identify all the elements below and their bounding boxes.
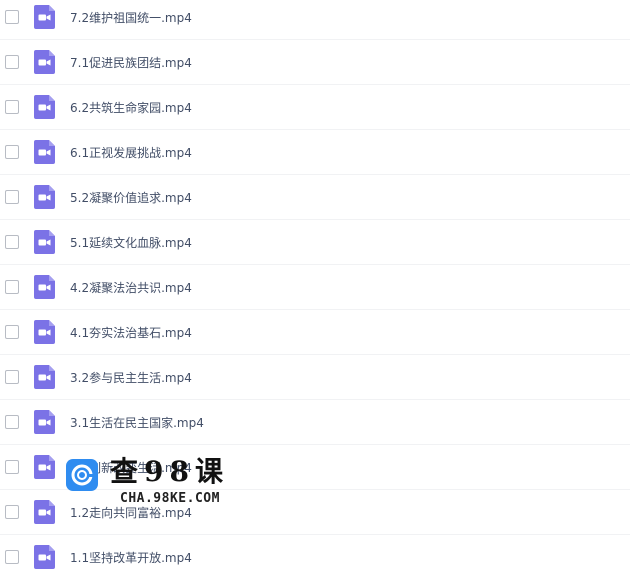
file-row[interactable]: 6.2共筑生命家园.mp4 bbox=[0, 85, 630, 130]
file-row[interactable]: 7.2维护祖国统一.mp4 bbox=[0, 0, 630, 40]
file-row[interactable]: 5.1延续文化血脉.mp4 bbox=[0, 220, 630, 265]
file-row[interactable]: 3.1生活在民主国家.mp4 bbox=[0, 400, 630, 445]
video-file-icon bbox=[34, 320, 55, 344]
file-name[interactable]: 4.2凝聚法治共识.mp4 bbox=[70, 279, 192, 296]
file-name[interactable]: 6.1正视发展挑战.mp4 bbox=[70, 144, 192, 161]
video-file-icon bbox=[34, 140, 55, 164]
watermark-en-text: CHA.98KE.COM bbox=[120, 491, 220, 506]
file-name[interactable]: 3.1生活在民主国家.mp4 bbox=[70, 414, 204, 431]
video-file-icon bbox=[34, 5, 55, 29]
file-checkbox[interactable] bbox=[5, 190, 19, 204]
file-row[interactable]: 4.1夯实法治基石.mp4 bbox=[0, 310, 630, 355]
file-checkbox[interactable] bbox=[5, 280, 19, 294]
file-checkbox[interactable] bbox=[5, 460, 19, 474]
file-checkbox[interactable] bbox=[5, 325, 19, 339]
file-name[interactable]: 7.1促进民族团结.mp4 bbox=[70, 54, 192, 71]
file-row[interactable]: 7.1促进民族团结.mp4 bbox=[0, 40, 630, 85]
file-checkbox[interactable] bbox=[5, 505, 19, 519]
file-row[interactable]: 1.1坚持改革开放.mp4 bbox=[0, 535, 630, 573]
file-name[interactable]: 4.1夯实法治基石.mp4 bbox=[70, 324, 192, 341]
file-row[interactable]: 4.2凝聚法治共识.mp4 bbox=[0, 265, 630, 310]
file-checkbox[interactable] bbox=[5, 370, 19, 384]
video-file-icon bbox=[34, 275, 55, 299]
file-checkbox[interactable] bbox=[5, 235, 19, 249]
video-file-icon bbox=[34, 50, 55, 74]
file-row[interactable]: 5.2凝聚价值追求.mp4 bbox=[0, 175, 630, 220]
file-row[interactable]: 3.2参与民主生活.mp4 bbox=[0, 355, 630, 400]
file-row[interactable]: 6.1正视发展挑战.mp4 bbox=[0, 130, 630, 175]
file-name[interactable]: 1.1坚持改革开放.mp4 bbox=[70, 549, 192, 566]
video-file-icon bbox=[34, 455, 55, 479]
file-checkbox[interactable] bbox=[5, 145, 19, 159]
file-name[interactable]: 5.1延续文化血脉.mp4 bbox=[70, 234, 192, 251]
file-checkbox[interactable] bbox=[5, 550, 19, 564]
video-file-icon bbox=[34, 410, 55, 434]
file-name[interactable]: 5.2凝聚价值追求.mp4 bbox=[70, 189, 192, 206]
watermark: 查98课 CHA.98KE.COM bbox=[66, 455, 236, 511]
video-file-icon bbox=[34, 365, 55, 389]
video-file-icon bbox=[34, 185, 55, 209]
watermark-logo-icon bbox=[66, 459, 98, 491]
file-checkbox[interactable] bbox=[5, 100, 19, 114]
file-checkbox[interactable] bbox=[5, 55, 19, 69]
file-checkbox[interactable] bbox=[5, 415, 19, 429]
file-checkbox[interactable] bbox=[5, 10, 19, 24]
video-file-icon bbox=[34, 545, 55, 569]
file-name[interactable]: 3.2参与民主生活.mp4 bbox=[70, 369, 192, 386]
file-name[interactable]: 7.2维护祖国统一.mp4 bbox=[70, 9, 192, 26]
watermark-cn-text: 查98课 bbox=[110, 455, 229, 488]
video-file-icon bbox=[34, 95, 55, 119]
video-file-icon bbox=[34, 230, 55, 254]
file-name[interactable]: 6.2共筑生命家园.mp4 bbox=[70, 99, 192, 116]
video-file-icon bbox=[34, 500, 55, 524]
